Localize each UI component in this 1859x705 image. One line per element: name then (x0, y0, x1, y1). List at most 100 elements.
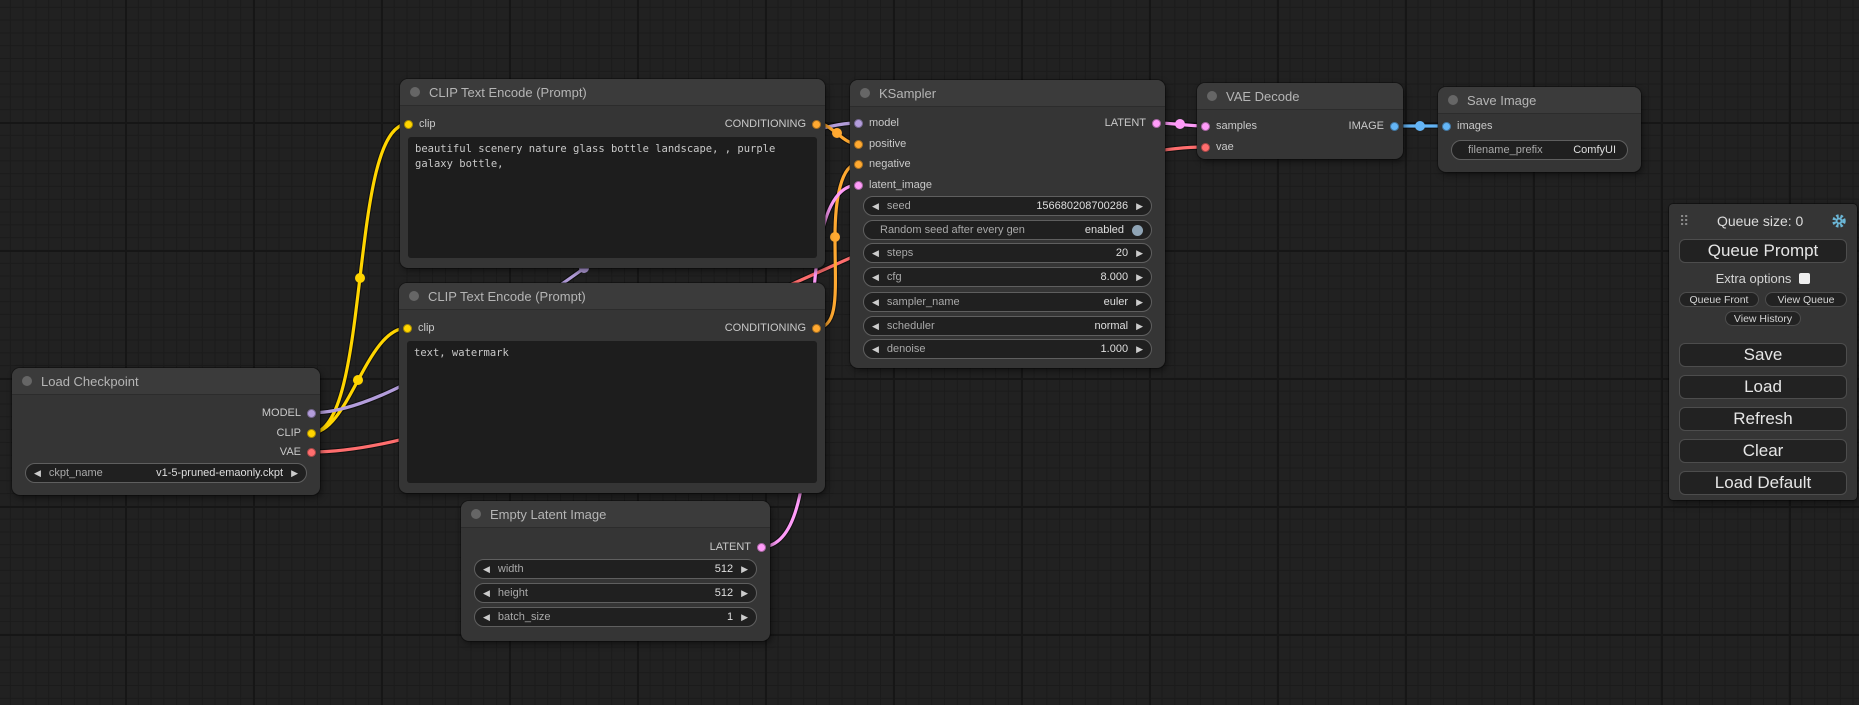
port-samples-input[interactable] (1201, 122, 1210, 131)
clear-button[interactable]: Clear (1679, 439, 1847, 463)
widget-denoise[interactable]: ◀ denoise 1.000 ▶ (863, 339, 1152, 359)
port-negative-input[interactable] (854, 160, 863, 169)
node-title-bar[interactable]: Load Checkpoint (12, 368, 320, 395)
increment-icon[interactable]: ▶ (1136, 249, 1143, 258)
decrement-icon[interactable]: ◀ (872, 298, 879, 307)
drag-handle-icon[interactable]: ⠿ (1679, 214, 1689, 228)
save-button[interactable]: Save (1679, 343, 1847, 367)
port-model-input[interactable] (854, 119, 863, 128)
collapse-dot-icon[interactable] (1207, 91, 1217, 101)
increment-icon[interactable]: ▶ (1136, 298, 1143, 307)
widget-steps[interactable]: ◀ steps 20 ▶ (863, 243, 1152, 263)
decrement-icon[interactable]: ◀ (872, 273, 879, 282)
node-title: CLIP Text Encode (Prompt) (429, 85, 587, 100)
node-title-bar[interactable]: CLIP Text Encode (Prompt) (400, 79, 825, 106)
port-image-output[interactable] (1390, 122, 1399, 131)
increment-icon[interactable]: ▶ (291, 469, 298, 478)
port-clip-output[interactable] (307, 429, 316, 438)
increment-icon[interactable]: ▶ (1136, 322, 1143, 331)
decrement-icon[interactable]: ◀ (872, 322, 879, 331)
widget-sampler-name[interactable]: ◀ sampler_name euler ▶ (863, 292, 1152, 312)
prompt-textarea[interactable]: text, watermark (407, 341, 817, 483)
collapse-dot-icon[interactable] (1448, 95, 1458, 105)
port-positive-input[interactable] (854, 140, 863, 149)
collapse-dot-icon[interactable] (471, 509, 481, 519)
increment-icon[interactable]: ▶ (741, 613, 748, 622)
slot-clip-output: CLIP (277, 424, 316, 442)
decrement-icon[interactable]: ◀ (872, 345, 879, 354)
decrement-icon[interactable]: ◀ (483, 613, 490, 622)
collapse-dot-icon[interactable] (409, 291, 419, 301)
node-vae-decode[interactable]: VAE Decode samples vae IMAGE (1197, 83, 1403, 159)
node-title: Load Checkpoint (41, 374, 139, 389)
slot-clip-input: clip (404, 115, 436, 133)
port-model-output[interactable] (307, 409, 316, 418)
slot-vae-output: VAE (280, 443, 316, 461)
refresh-button[interactable]: Refresh (1679, 407, 1847, 431)
widget-seed[interactable]: ◀ seed 156680208700286 ▶ (863, 196, 1152, 216)
view-history-button[interactable]: View History (1725, 311, 1801, 326)
increment-icon[interactable]: ▶ (1136, 202, 1143, 211)
port-conditioning-output[interactable] (812, 120, 821, 129)
port-clip-input[interactable] (404, 120, 413, 129)
collapse-dot-icon[interactable] (860, 88, 870, 98)
slot-clip-input: clip (403, 319, 435, 337)
queue-prompt-button[interactable]: Queue Prompt (1679, 239, 1847, 263)
node-title-bar[interactable]: KSampler (850, 80, 1165, 107)
port-vae-input[interactable] (1201, 143, 1210, 152)
extra-options-checkbox[interactable] (1799, 273, 1810, 284)
increment-icon[interactable]: ▶ (741, 589, 748, 598)
widget-height[interactable]: ◀ height 512 ▶ (474, 583, 757, 603)
port-latent-output[interactable] (757, 543, 766, 552)
extra-options-label: Extra options (1716, 271, 1792, 286)
load-button[interactable]: Load (1679, 375, 1847, 399)
node-title: Empty Latent Image (490, 507, 606, 522)
port-vae-output[interactable] (307, 448, 316, 457)
node-title-bar[interactable]: CLIP Text Encode (Prompt) (399, 283, 825, 310)
increment-icon[interactable]: ▶ (1136, 273, 1143, 282)
node-clip-text-encode-positive[interactable]: CLIP Text Encode (Prompt) clip CONDITION… (400, 79, 825, 268)
increment-icon[interactable]: ▶ (1136, 345, 1143, 354)
node-ksampler[interactable]: KSampler model positive negative latent_… (850, 80, 1165, 368)
port-clip-input[interactable] (403, 324, 412, 333)
node-title-bar[interactable]: Save Image (1438, 87, 1641, 114)
port-images-input[interactable] (1442, 122, 1451, 131)
port-latent-image-input[interactable] (854, 181, 863, 190)
view-queue-button[interactable]: View Queue (1765, 292, 1847, 307)
port-latent-output[interactable] (1152, 119, 1161, 128)
queue-front-button[interactable]: Queue Front (1679, 292, 1759, 307)
toggle-on-icon[interactable] (1132, 225, 1143, 236)
widget-ckpt-name[interactable]: ◀ ckpt_name v1-5-pruned-emaonly.ckpt ▶ (25, 463, 307, 483)
slot-negative-input: negative (854, 155, 911, 173)
decrement-icon[interactable]: ◀ (872, 202, 879, 211)
decrement-icon[interactable]: ◀ (34, 469, 41, 478)
collapse-dot-icon[interactable] (22, 376, 32, 386)
widget-cfg[interactable]: ◀ cfg 8.000 ▶ (863, 267, 1152, 287)
widget-filename-prefix[interactable]: filename_prefix ComfyUI (1451, 140, 1628, 160)
slot-latent-output: LATENT (710, 538, 766, 556)
widget-width[interactable]: ◀ width 512 ▶ (474, 559, 757, 579)
slot-conditioning-output: CONDITIONING (725, 115, 821, 133)
increment-icon[interactable]: ▶ (741, 565, 748, 574)
node-title: KSampler (879, 86, 936, 101)
collapse-dot-icon[interactable] (410, 87, 420, 97)
node-clip-text-encode-negative[interactable]: CLIP Text Encode (Prompt) clip CONDITION… (399, 283, 825, 493)
prompt-textarea[interactable]: beautiful scenery nature glass bottle la… (408, 137, 817, 258)
widget-scheduler[interactable]: ◀ scheduler normal ▶ (863, 316, 1152, 336)
node-title-bar[interactable]: Empty Latent Image (461, 501, 770, 528)
decrement-icon[interactable]: ◀ (483, 589, 490, 598)
decrement-icon[interactable]: ◀ (483, 565, 490, 574)
decrement-icon[interactable]: ◀ (872, 249, 879, 258)
gear-icon[interactable] (1831, 213, 1847, 229)
graph-canvas[interactable]: { "icons": { "left_arrow": "◀", "right_a… (0, 0, 1859, 705)
widget-batch-size[interactable]: ◀ batch_size 1 ▶ (474, 607, 757, 627)
slot-latent-image-input: latent_image (854, 176, 932, 194)
port-conditioning-output[interactable] (812, 324, 821, 333)
load-default-button[interactable]: Load Default (1679, 471, 1847, 495)
node-load-checkpoint[interactable]: Load Checkpoint MODEL CLIP VAE ◀ ckpt_na… (12, 368, 320, 495)
node-empty-latent-image[interactable]: Empty Latent Image LATENT ◀ width 512 ▶ … (461, 501, 770, 641)
widget-random-seed-toggle[interactable]: Random seed after every gen enabled (863, 220, 1152, 240)
node-title: CLIP Text Encode (Prompt) (428, 289, 586, 304)
node-save-image[interactable]: Save Image images filename_prefix ComfyU… (1438, 87, 1641, 172)
node-title-bar[interactable]: VAE Decode (1197, 83, 1403, 110)
